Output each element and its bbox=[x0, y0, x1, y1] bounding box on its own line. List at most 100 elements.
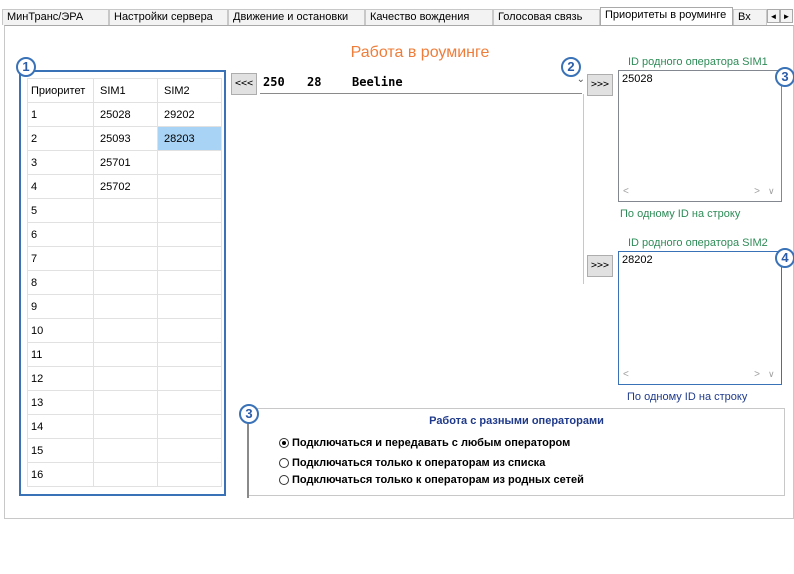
sim1-cell[interactable]: 25702 bbox=[93, 174, 158, 199]
priority-cell[interactable]: 3 bbox=[27, 150, 94, 175]
sim2-cell[interactable] bbox=[157, 150, 222, 175]
chevron-down-icon[interactable]: ⌄ bbox=[577, 74, 585, 85]
sim1-cell[interactable] bbox=[93, 198, 158, 223]
table-row[interactable]: 7 bbox=[27, 246, 222, 271]
table-row[interactable]: 5 bbox=[27, 198, 222, 223]
table-row[interactable]: 9 bbox=[27, 294, 222, 319]
radio-button[interactable] bbox=[279, 475, 289, 485]
sim1-cell[interactable] bbox=[93, 222, 158, 247]
sim2-cell[interactable] bbox=[157, 342, 222, 367]
sim2-cell[interactable] bbox=[157, 366, 222, 391]
radio-button[interactable] bbox=[279, 458, 289, 468]
priority-cell[interactable]: 11 bbox=[27, 342, 94, 367]
tab-movement-stops[interactable]: Движение и остановки bbox=[228, 9, 365, 25]
priority-cell[interactable]: 15 bbox=[27, 438, 94, 463]
priority-cell[interactable]: 12 bbox=[27, 366, 94, 391]
table-row[interactable]: 16 bbox=[27, 462, 222, 487]
sim2-cell[interactable] bbox=[157, 174, 222, 199]
chevron-down-icon[interactable]: ∨ bbox=[768, 186, 775, 197]
column-header[interactable]: Приоритет bbox=[27, 78, 94, 103]
sim1-cell[interactable] bbox=[93, 342, 158, 367]
priority-cell[interactable]: 9 bbox=[27, 294, 94, 319]
sim2-cell[interactable] bbox=[157, 270, 222, 295]
table-row[interactable]: 12 bbox=[27, 366, 222, 391]
table-row[interactable]: 1 25028 29202 bbox=[27, 102, 222, 127]
priority-cell[interactable]: 7 bbox=[27, 246, 94, 271]
sim2-cell[interactable] bbox=[157, 294, 222, 319]
sim2-cell[interactable]: 29202 bbox=[157, 102, 222, 127]
add-to-sim1-button[interactable]: >>> bbox=[587, 74, 613, 96]
sim2-cell[interactable] bbox=[157, 246, 222, 271]
table-row[interactable]: 3 25701 bbox=[27, 150, 222, 175]
priority-cell[interactable]: 10 bbox=[27, 318, 94, 343]
priority-cell[interactable]: 14 bbox=[27, 414, 94, 439]
tab-scroll-left-button[interactable]: ◄ bbox=[767, 9, 780, 23]
sim1-cell[interactable] bbox=[93, 318, 158, 343]
priority-cell[interactable]: 4 bbox=[27, 174, 94, 199]
column-header[interactable]: SIM2 bbox=[157, 78, 222, 103]
table-row[interactable]: 11 bbox=[27, 342, 222, 367]
sim1-vertical-scrollbar[interactable]: ∨ bbox=[764, 71, 781, 201]
tab-mintrans[interactable]: МинТранс/ЭРА bbox=[2, 9, 109, 25]
sim1-cell[interactable] bbox=[93, 246, 158, 271]
priority-cell[interactable]: 5 bbox=[27, 198, 94, 223]
sim2-vertical-scrollbar[interactable]: ∨ bbox=[764, 252, 781, 384]
chevron-right-icon[interactable]: > bbox=[754, 186, 760, 197]
sim1-cell[interactable]: 25093 bbox=[93, 126, 158, 151]
radio-any-operator[interactable]: Подключаться и передавать с любым операт… bbox=[279, 437, 570, 451]
tab-more[interactable]: Вх bbox=[733, 9, 767, 25]
priority-cell[interactable]: 13 bbox=[27, 390, 94, 415]
tab-scroll-right-button[interactable]: ► bbox=[780, 9, 793, 23]
sim2-horizontal-scrollbar[interactable]: < > bbox=[619, 367, 764, 384]
table-row[interactable]: 14 bbox=[27, 414, 222, 439]
priority-cell[interactable]: 2 bbox=[27, 126, 94, 151]
priority-table[interactable]: Приоритет SIM1 SIM2 1 25028 29202 2 25093 28203 3… bbox=[27, 78, 222, 487]
table-row[interactable]: 2 25093 28203 bbox=[27, 126, 222, 151]
sim2-ids-textarea[interactable]: 28202 ∨ < > bbox=[618, 251, 782, 385]
sim1-cell[interactable]: 25028 bbox=[93, 102, 158, 127]
sim1-horizontal-scrollbar[interactable]: < > bbox=[619, 184, 764, 201]
sim2-cell[interactable] bbox=[157, 438, 222, 463]
table-row[interactable]: 6 bbox=[27, 222, 222, 247]
sim1-cell[interactable]: 25701 bbox=[93, 150, 158, 175]
sim1-cell[interactable] bbox=[93, 438, 158, 463]
operator-select[interactable]: 250 28 Beeline ⌄ bbox=[260, 72, 585, 94]
sim1-cell[interactable] bbox=[93, 462, 158, 487]
tab-voice[interactable]: Голосовая связь bbox=[493, 9, 600, 25]
sim2-cell[interactable] bbox=[157, 390, 222, 415]
chevron-left-icon[interactable]: < bbox=[623, 369, 629, 380]
priority-cell[interactable]: 1 bbox=[27, 102, 94, 127]
sim2-cell[interactable] bbox=[157, 318, 222, 343]
sim1-ids-textarea[interactable]: 25028 ∨ < > bbox=[618, 70, 782, 202]
table-row[interactable]: 10 bbox=[27, 318, 222, 343]
sim2-cell[interactable] bbox=[157, 198, 222, 223]
sim1-cell[interactable] bbox=[93, 294, 158, 319]
tab-server-settings[interactable]: Настройки сервера bbox=[109, 9, 228, 25]
chevron-left-icon[interactable]: < bbox=[623, 186, 629, 197]
move-left-button[interactable]: <<< bbox=[231, 73, 257, 95]
table-row[interactable]: 15 bbox=[27, 438, 222, 463]
sim2-cell[interactable] bbox=[157, 222, 222, 247]
radio-list-operators[interactable]: Подключаться только к операторам из спис… bbox=[279, 457, 545, 471]
sim1-cell[interactable] bbox=[93, 366, 158, 391]
radio-home-networks[interactable]: Подключаться только к операторам из родн… bbox=[279, 474, 584, 488]
sim2-cell[interactable]: 28203 bbox=[157, 126, 222, 151]
priority-cell[interactable]: 6 bbox=[27, 222, 94, 247]
priority-cell[interactable]: 8 bbox=[27, 270, 94, 295]
sim1-cell[interactable] bbox=[93, 414, 158, 439]
radio-button[interactable] bbox=[279, 438, 289, 448]
chevron-right-icon[interactable]: > bbox=[754, 369, 760, 380]
table-row[interactable]: 13 bbox=[27, 390, 222, 415]
sim2-cell[interactable] bbox=[157, 414, 222, 439]
add-to-sim2-button[interactable]: >>> bbox=[587, 255, 613, 277]
table-row[interactable]: 8 bbox=[27, 270, 222, 295]
sim1-cell[interactable] bbox=[93, 390, 158, 415]
tab-driving-quality[interactable]: Качество вождения bbox=[365, 9, 493, 25]
sim2-cell[interactable] bbox=[157, 462, 222, 487]
priority-cell[interactable]: 16 bbox=[27, 462, 94, 487]
sim1-cell[interactable] bbox=[93, 270, 158, 295]
column-header[interactable]: SIM1 bbox=[93, 78, 158, 103]
chevron-down-icon[interactable]: ∨ bbox=[768, 369, 775, 380]
table-row[interactable]: 4 25702 bbox=[27, 174, 222, 199]
tab-roaming-priorities[interactable]: Приоритеты в роуминге bbox=[600, 7, 733, 26]
